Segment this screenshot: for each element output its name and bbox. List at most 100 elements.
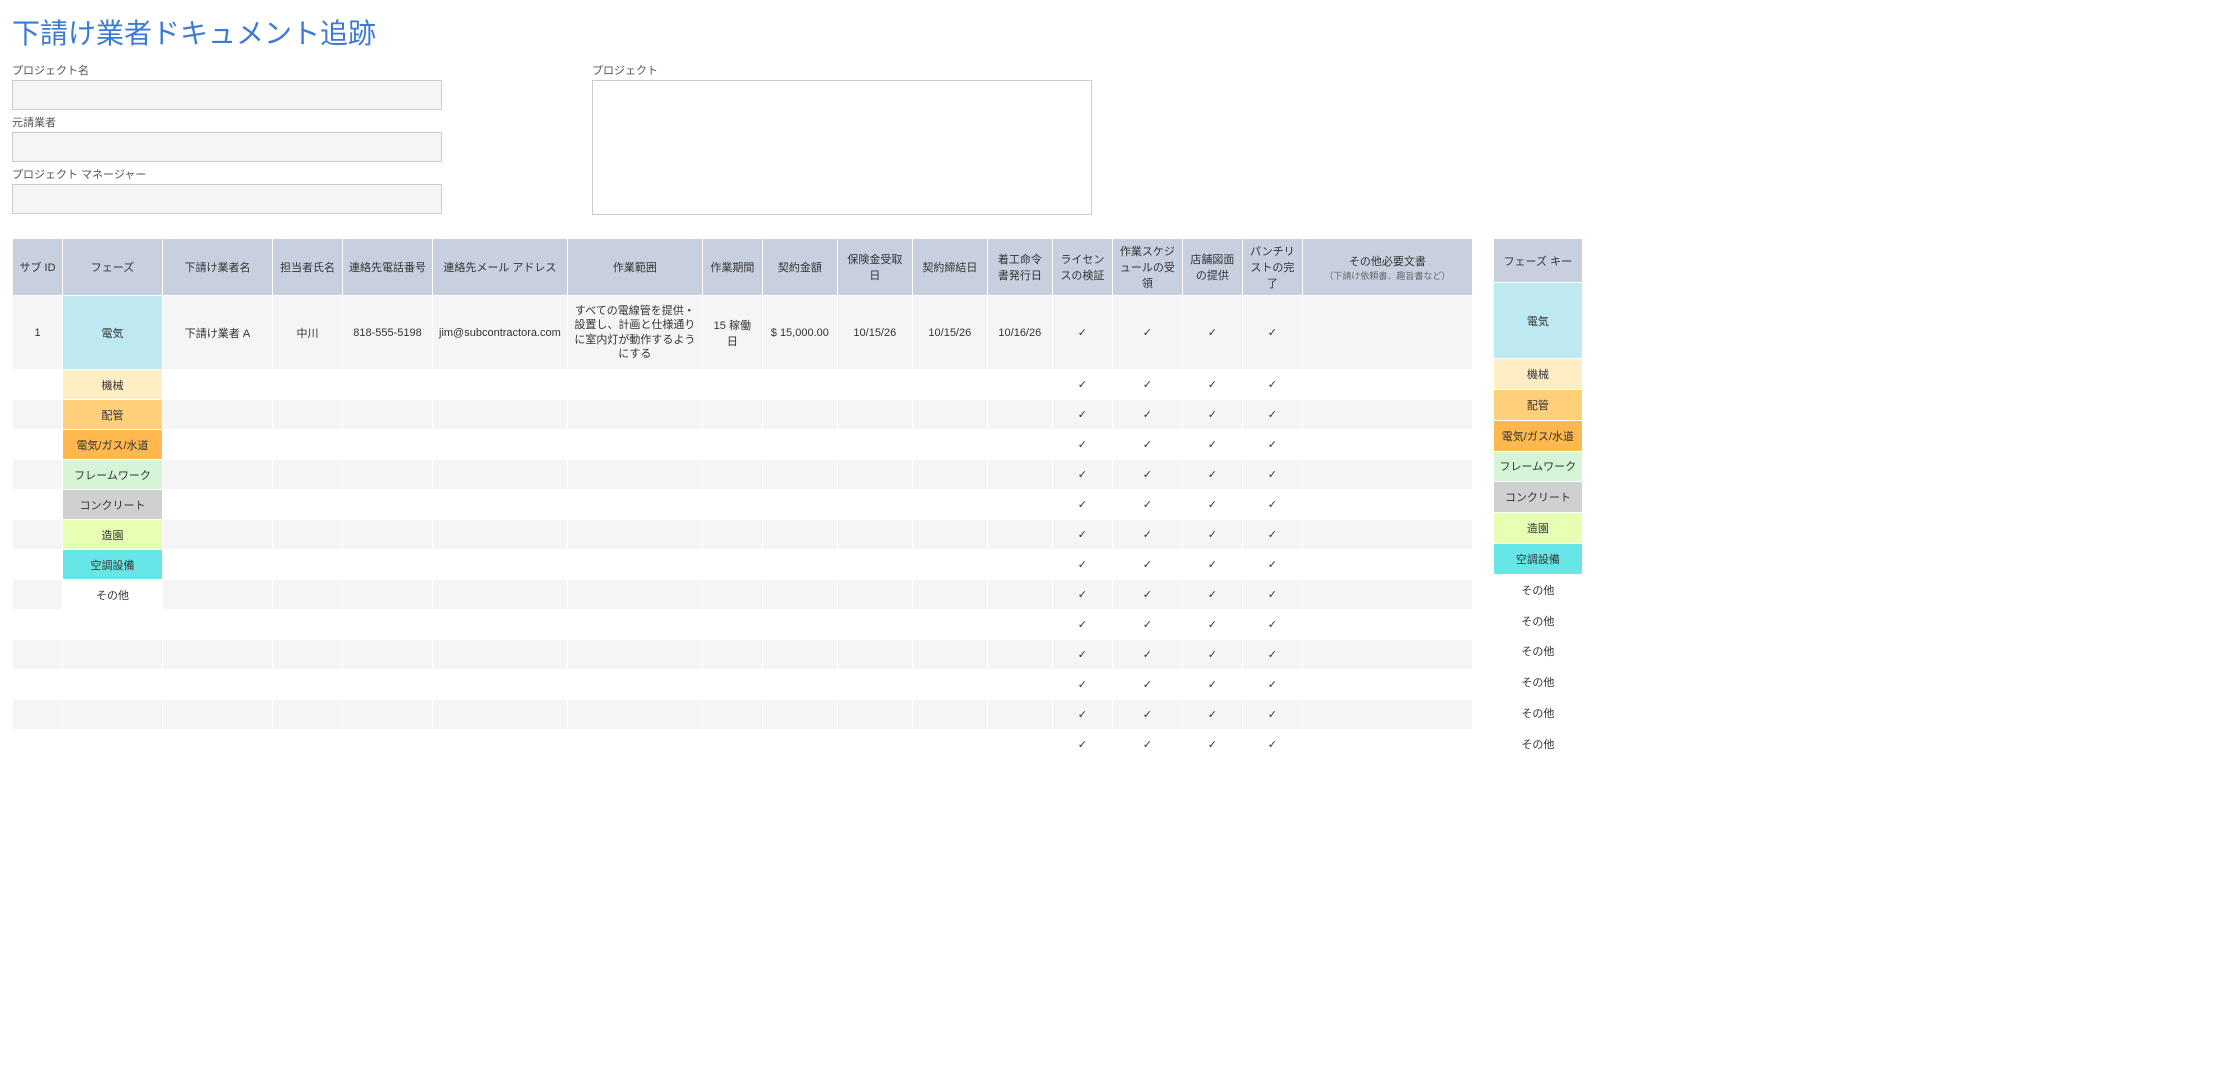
amount-cell[interactable] (762, 580, 837, 610)
insurance-date-cell[interactable] (837, 700, 912, 730)
punch-list-check-cell[interactable]: ✓ (1242, 400, 1302, 430)
contact-name-cell[interactable] (273, 670, 343, 700)
punch-list-check-cell[interactable]: ✓ (1242, 670, 1302, 700)
punch-list-check-cell[interactable]: ✓ (1242, 296, 1302, 370)
contact-name-cell[interactable] (273, 730, 343, 760)
shop-drawings-check-cell[interactable]: ✓ (1182, 580, 1242, 610)
project-name-input[interactable] (12, 80, 442, 110)
schedule-check-cell[interactable]: ✓ (1112, 640, 1182, 670)
contract-date-cell[interactable] (912, 490, 987, 520)
scope-cell[interactable] (567, 460, 702, 490)
contact-name-cell[interactable] (273, 580, 343, 610)
phase-cell[interactable] (63, 670, 163, 700)
contract-date-cell[interactable] (912, 610, 987, 640)
amount-cell[interactable] (762, 550, 837, 580)
duration-cell[interactable] (702, 580, 762, 610)
sub-name-cell[interactable] (163, 730, 273, 760)
sub-id-cell[interactable] (13, 490, 63, 520)
contract-date-cell[interactable] (912, 550, 987, 580)
contact-phone-cell[interactable] (343, 580, 433, 610)
shop-drawings-check-cell[interactable]: ✓ (1182, 640, 1242, 670)
sub-name-cell[interactable] (163, 670, 273, 700)
duration-cell[interactable]: 15 稼働日 (702, 296, 762, 370)
contact-name-cell[interactable] (273, 640, 343, 670)
insurance-date-cell[interactable] (837, 520, 912, 550)
insurance-date-cell[interactable] (837, 370, 912, 400)
amount-cell[interactable] (762, 670, 837, 700)
proceed-date-cell[interactable] (987, 610, 1052, 640)
sub-id-cell[interactable] (13, 460, 63, 490)
insurance-date-cell[interactable]: 10/15/26 (837, 296, 912, 370)
license-check-cell[interactable]: ✓ (1052, 400, 1112, 430)
contact-phone-cell[interactable] (343, 430, 433, 460)
contact-email-cell[interactable] (433, 520, 568, 550)
sub-name-cell[interactable] (163, 700, 273, 730)
proceed-date-cell[interactable] (987, 550, 1052, 580)
license-check-cell[interactable]: ✓ (1052, 370, 1112, 400)
shop-drawings-check-cell[interactable]: ✓ (1182, 670, 1242, 700)
shop-drawings-check-cell[interactable]: ✓ (1182, 460, 1242, 490)
contact-phone-cell[interactable]: 818-555-5198 (343, 296, 433, 370)
shop-drawings-check-cell[interactable]: ✓ (1182, 296, 1242, 370)
license-check-cell[interactable]: ✓ (1052, 430, 1112, 460)
scope-cell[interactable] (567, 490, 702, 520)
phase-cell[interactable]: 造園 (63, 520, 163, 550)
amount-cell[interactable] (762, 520, 837, 550)
shop-drawings-check-cell[interactable]: ✓ (1182, 430, 1242, 460)
proceed-date-cell[interactable]: 10/16/26 (987, 296, 1052, 370)
proceed-date-cell[interactable] (987, 640, 1052, 670)
contact-name-cell[interactable] (273, 490, 343, 520)
project-textarea[interactable] (592, 80, 1092, 215)
schedule-check-cell[interactable]: ✓ (1112, 490, 1182, 520)
other-docs-cell[interactable] (1302, 430, 1472, 460)
scope-cell[interactable] (567, 430, 702, 460)
insurance-date-cell[interactable] (837, 460, 912, 490)
sub-name-cell[interactable] (163, 550, 273, 580)
scope-cell[interactable] (567, 610, 702, 640)
duration-cell[interactable] (702, 520, 762, 550)
insurance-date-cell[interactable] (837, 730, 912, 760)
sub-id-cell[interactable] (13, 730, 63, 760)
contact-email-cell[interactable] (433, 670, 568, 700)
proceed-date-cell[interactable] (987, 400, 1052, 430)
sub-id-cell[interactable] (13, 670, 63, 700)
amount-cell[interactable] (762, 400, 837, 430)
contact-email-cell[interactable] (433, 550, 568, 580)
schedule-check-cell[interactable]: ✓ (1112, 520, 1182, 550)
contact-email-cell[interactable] (433, 730, 568, 760)
sub-id-cell[interactable] (13, 400, 63, 430)
insurance-date-cell[interactable] (837, 490, 912, 520)
contact-name-cell[interactable] (273, 460, 343, 490)
duration-cell[interactable] (702, 460, 762, 490)
contact-name-cell[interactable] (273, 610, 343, 640)
license-check-cell[interactable]: ✓ (1052, 490, 1112, 520)
sub-id-cell[interactable] (13, 430, 63, 460)
contact-name-cell[interactable] (273, 400, 343, 430)
sub-id-cell[interactable] (13, 610, 63, 640)
contract-date-cell[interactable] (912, 640, 987, 670)
proceed-date-cell[interactable] (987, 490, 1052, 520)
schedule-check-cell[interactable]: ✓ (1112, 730, 1182, 760)
amount-cell[interactable] (762, 730, 837, 760)
schedule-check-cell[interactable]: ✓ (1112, 580, 1182, 610)
sub-name-cell[interactable] (163, 610, 273, 640)
insurance-date-cell[interactable] (837, 550, 912, 580)
proceed-date-cell[interactable] (987, 370, 1052, 400)
punch-list-check-cell[interactable]: ✓ (1242, 610, 1302, 640)
contact-name-cell[interactable] (273, 700, 343, 730)
sub-id-cell[interactable] (13, 520, 63, 550)
contract-date-cell[interactable]: 10/15/26 (912, 296, 987, 370)
scope-cell[interactable] (567, 550, 702, 580)
sub-id-cell[interactable] (13, 700, 63, 730)
shop-drawings-check-cell[interactable]: ✓ (1182, 370, 1242, 400)
punch-list-check-cell[interactable]: ✓ (1242, 640, 1302, 670)
scope-cell[interactable] (567, 700, 702, 730)
amount-cell[interactable] (762, 700, 837, 730)
contact-phone-cell[interactable] (343, 640, 433, 670)
amount-cell[interactable] (762, 460, 837, 490)
other-docs-cell[interactable] (1302, 730, 1472, 760)
insurance-date-cell[interactable] (837, 400, 912, 430)
duration-cell[interactable] (702, 730, 762, 760)
contract-date-cell[interactable] (912, 670, 987, 700)
other-docs-cell[interactable] (1302, 580, 1472, 610)
